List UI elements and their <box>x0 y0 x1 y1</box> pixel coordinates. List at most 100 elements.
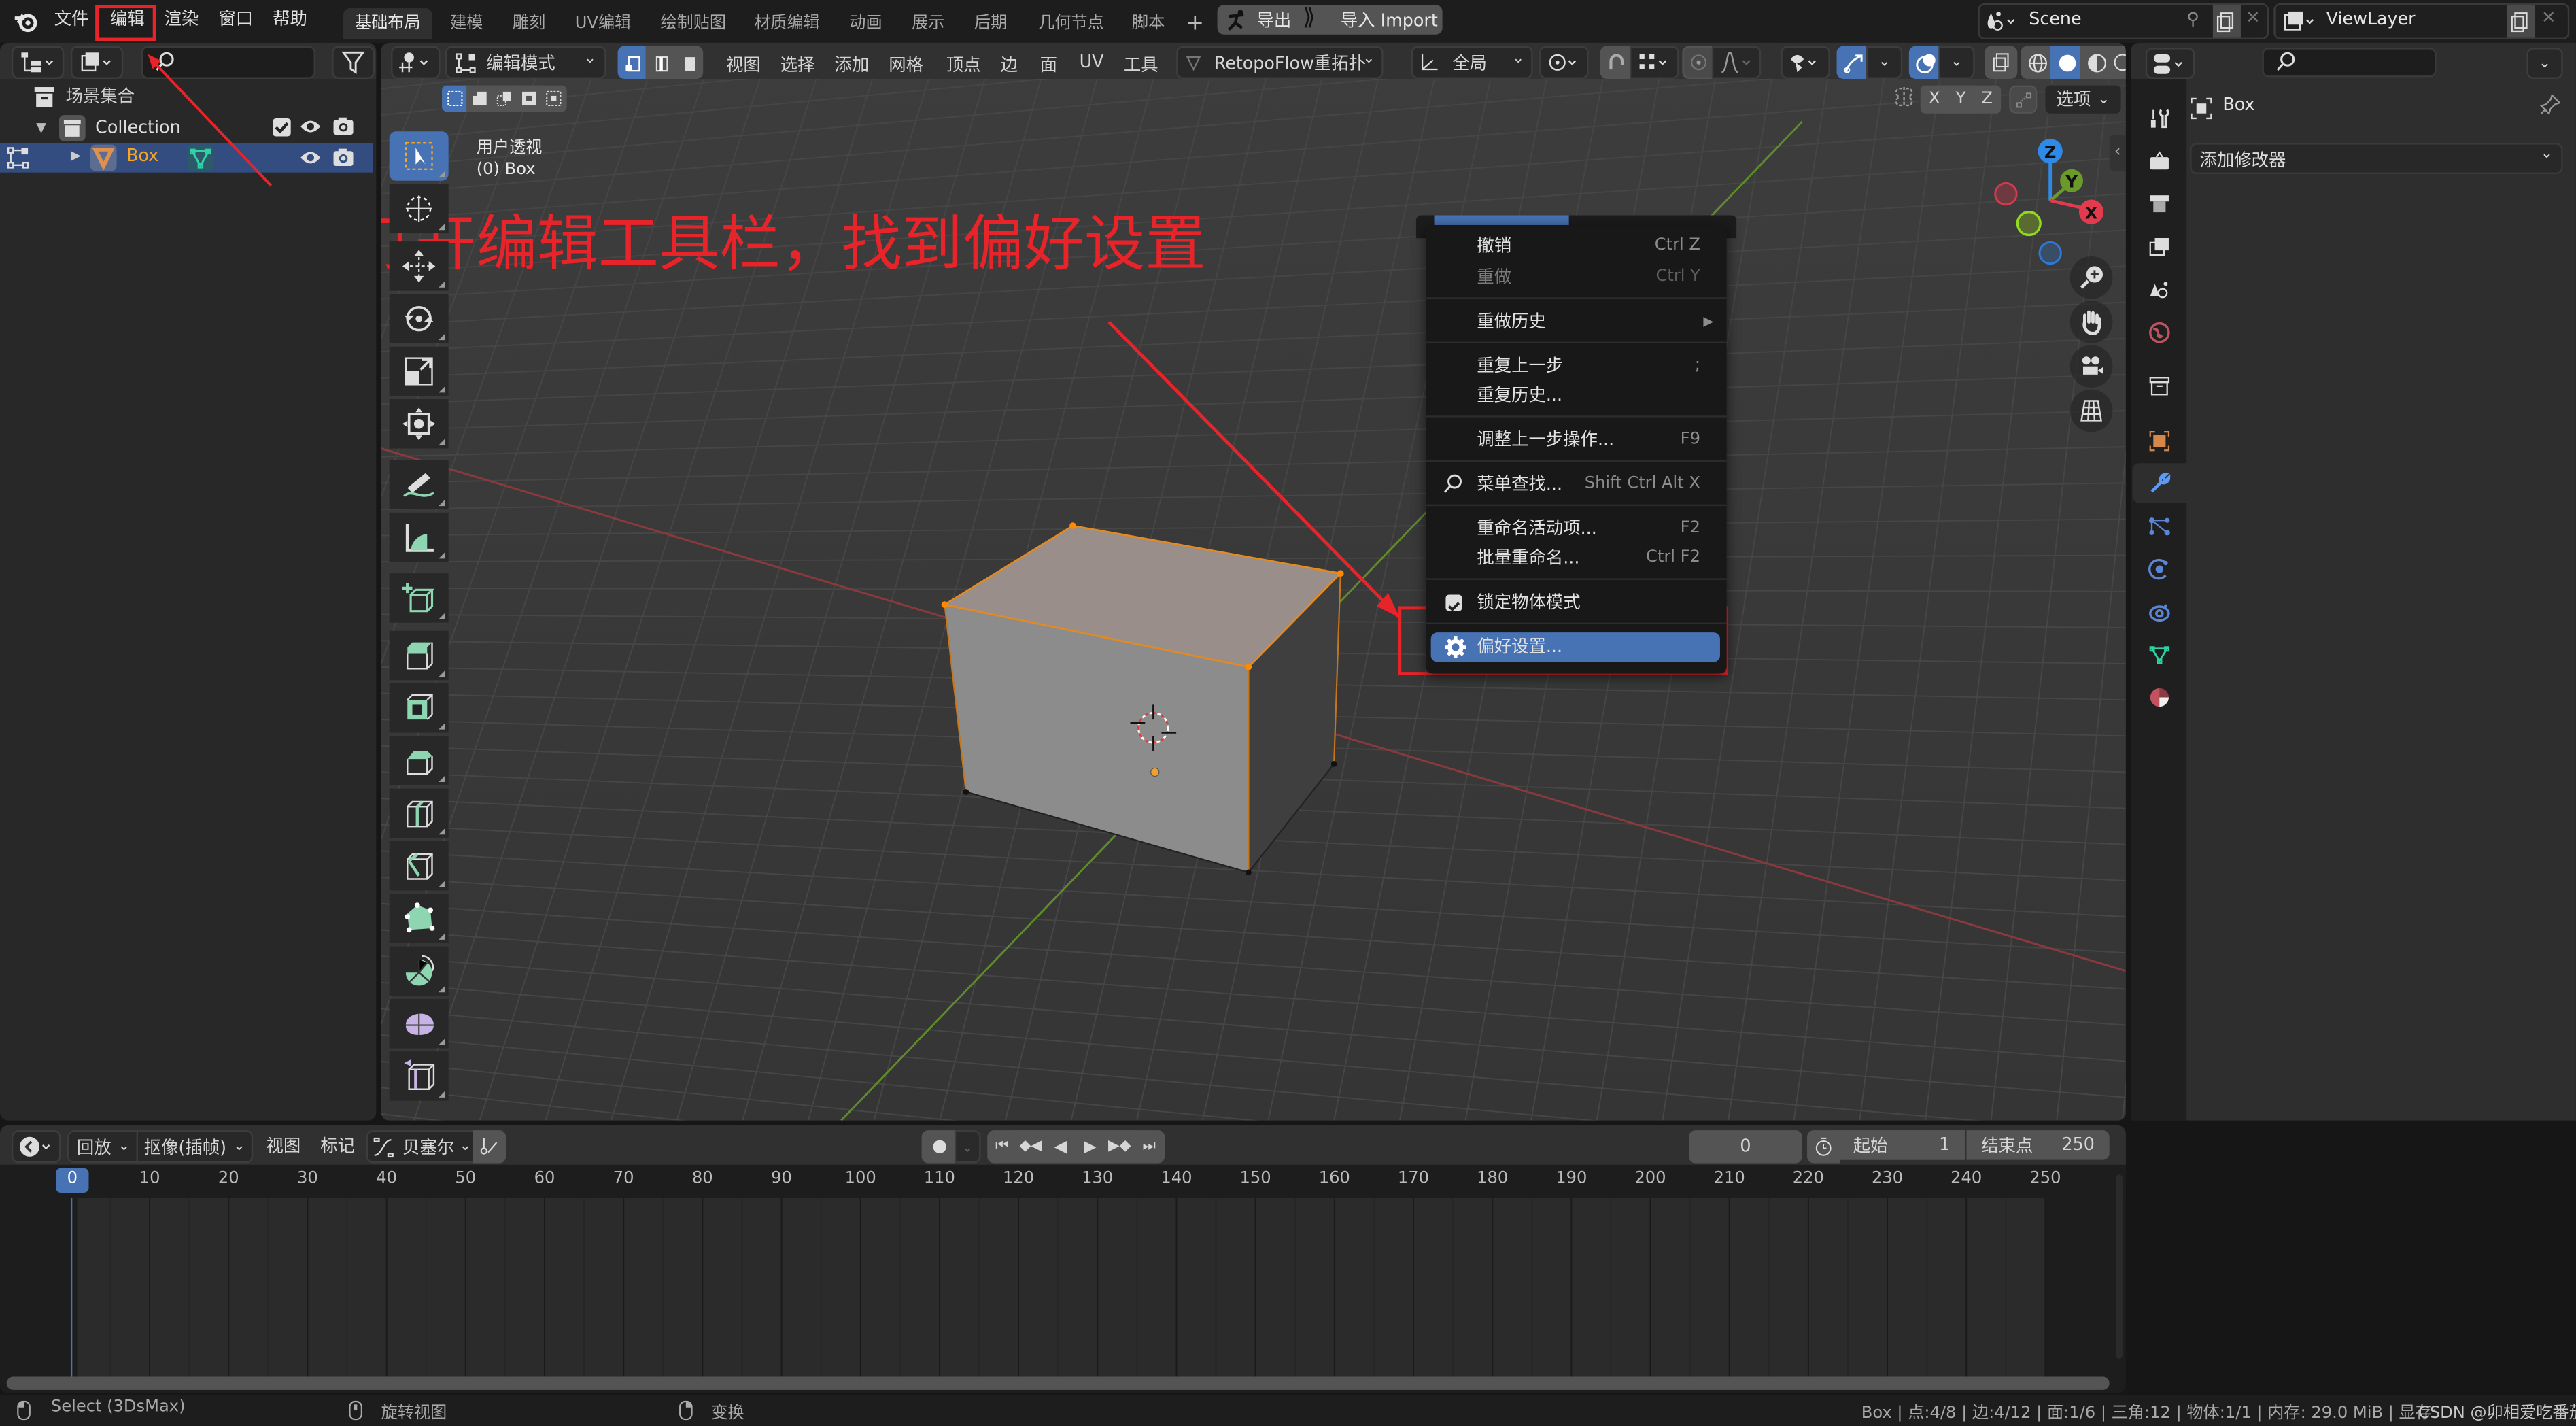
scene-selector[interactable]: Scene ⚲ ✕ <box>1978 3 2269 39</box>
material-tab[interactable] <box>2132 677 2186 716</box>
edge-slide-tool[interactable] <box>389 1051 449 1101</box>
frame-end-field[interactable]: 结束点 250 <box>1966 1130 2110 1160</box>
new-scene-button[interactable] <box>2212 5 2241 38</box>
workspace-tab-uv-editing[interactable]: UV编辑 <box>564 8 642 39</box>
menu-item-batch-rename[interactable]: 批量重命名... Ctrl F2 <box>1426 544 1726 573</box>
jump-to-end-button[interactable]: ⏭ <box>1133 1130 1165 1164</box>
zoom-view-button[interactable] <box>2070 256 2113 299</box>
mesh-data-icon[interactable] <box>187 144 214 171</box>
object-data-tab[interactable] <box>2132 634 2186 674</box>
menu-render[interactable]: 渲染 <box>158 7 205 35</box>
timeline-menu-view[interactable]: 视图 <box>266 1134 300 1158</box>
menu-item-rename-active-item[interactable]: 重命名活动项... F2 <box>1426 514 1726 543</box>
filter-view-layer-dropdown[interactable] <box>70 46 124 79</box>
use-preview-range-toggle[interactable] <box>1807 1130 1840 1164</box>
outliner-search-input[interactable] <box>141 46 315 79</box>
display-mode-dropdown[interactable] <box>11 46 65 79</box>
rotate-tool[interactable] <box>389 294 449 343</box>
loop-cut-tool[interactable] <box>389 788 449 838</box>
menu-item-redo[interactable]: 重做 Ctrl Y <box>1426 263 1726 292</box>
extrude-region-tool[interactable] <box>389 630 449 681</box>
poly-build-tool[interactable] <box>389 894 449 943</box>
measure-tool[interactable] <box>389 512 449 562</box>
workspace-tab-layout[interactable]: 基础布局 <box>343 8 432 39</box>
workspace-tab-sculpting[interactable]: 雕刻 <box>501 8 557 39</box>
bevel-tool[interactable] <box>389 736 449 785</box>
particles-tab[interactable] <box>2132 506 2186 545</box>
scale-tool[interactable] <box>389 346 449 396</box>
current-frame-field[interactable]: 0 <box>1689 1130 1802 1164</box>
collection-row[interactable]: ▼ Collection <box>36 114 373 141</box>
timeline-horizontal-scrollbar[interactable] <box>6 1376 2110 1390</box>
workspace-tab-scripting[interactable]: 脚本 <box>1120 8 1176 39</box>
object-tab[interactable] <box>2132 420 2186 460</box>
edit-mode-toggle-icon[interactable] <box>7 146 30 174</box>
new-viewlayer-button[interactable] <box>2507 5 2535 38</box>
playhead-line[interactable] <box>70 1198 73 1378</box>
add-modifier-dropdown[interactable]: 添加修改器 ⌄ <box>2190 143 2563 175</box>
cursor-tool[interactable] <box>389 184 449 234</box>
checkbox-checked-icon[interactable] <box>1445 594 1462 612</box>
workspace-tab-geometry-nodes[interactable]: 几何节点 <box>1027 8 1115 39</box>
playback-dropdown[interactable]: 回放 ⌄ <box>67 1130 140 1164</box>
transform-tool[interactable] <box>389 399 449 449</box>
timeline-vertical-scrollbar[interactable] <box>2116 1174 2123 1359</box>
inset-faces-tool[interactable] <box>389 683 449 733</box>
menu-window[interactable]: 窗口 <box>212 7 260 35</box>
physics-tab[interactable] <box>2132 549 2186 588</box>
auto-keying-toggle[interactable] <box>921 1130 958 1164</box>
add-cube-tool[interactable] <box>389 573 449 623</box>
workspace-tab-shading[interactable]: 材质编辑 <box>742 8 831 39</box>
workspace-tab-rendering[interactable]: 展示 <box>900 8 956 39</box>
pin-icon[interactable]: ⚲ <box>2186 10 2199 29</box>
sidebar-toggle-arrow[interactable]: ‹ <box>2109 135 2126 171</box>
exclude-checkbox[interactable] <box>273 118 291 137</box>
workspace-tab-compositing[interactable]: 后期 <box>963 8 1018 39</box>
workspace-tab-animation[interactable]: 动画 <box>838 8 893 39</box>
object-constraints-tab[interactable] <box>2132 592 2186 631</box>
menu-file[interactable]: 文件 <box>48 7 95 35</box>
jump-to-next-keyframe-button[interactable]: ▶◆ <box>1103 1130 1135 1164</box>
keyframe-type-button[interactable] <box>473 1130 506 1164</box>
keying-dropdown[interactable]: 抠像(插帧) ⌄ <box>136 1130 254 1164</box>
toggle-ortho-grid-button[interactable] <box>2070 389 2113 432</box>
menu-help[interactable]: 帮助 <box>266 7 313 35</box>
menu-item-repeat-last[interactable]: 重复上一步; <box>1426 352 1726 381</box>
world-tab[interactable] <box>2132 312 2186 352</box>
knife-tool[interactable] <box>389 841 449 891</box>
move-tool[interactable] <box>389 241 449 291</box>
properties-editor-type-dropdown[interactable] <box>2145 48 2195 79</box>
delete-viewlayer-icon[interactable]: ✕ <box>2541 8 2556 28</box>
menu-item-repeat-history[interactable]: 重复历史... <box>1426 381 1726 410</box>
add-workspace-button[interactable]: + <box>1175 8 1216 39</box>
pan-view-hand-button[interactable] <box>2070 301 2113 343</box>
timeline-editor-type-dropdown[interactable] <box>11 1130 61 1164</box>
render-tab[interactable] <box>2132 141 2186 181</box>
interpolation-dropdown[interactable]: 贝塞尔 ⌄ <box>366 1130 477 1164</box>
delete-scene-icon[interactable]: ✕ <box>2246 8 2260 28</box>
auto-keying-dropdown[interactable]: ⌄ <box>954 1130 981 1164</box>
collapse-triangle-icon[interactable]: ▼ <box>36 120 52 135</box>
filter-button[interactable] <box>332 46 375 79</box>
menu-item-lock-object-modes[interactable]: 锁定物体模式 <box>1426 588 1726 617</box>
timeline-menu-marker[interactable]: 标记 <box>320 1134 355 1158</box>
render-camera-icon[interactable] <box>332 148 355 172</box>
select-box-tool[interactable] <box>389 131 449 181</box>
jump-to-prev-keyframe-button[interactable]: ◆◀ <box>1015 1130 1047 1164</box>
workspace-tab-texture-paint[interactable]: 绘制贴图 <box>649 8 737 39</box>
pin-icon[interactable] <box>2539 93 2562 120</box>
jump-to-start-button[interactable]: ⏮ <box>987 1130 1017 1164</box>
blender-logo-icon[interactable] <box>13 8 39 35</box>
camera-view-button[interactable] <box>2070 345 2113 388</box>
scene-collection-row[interactable]: 场景集合 <box>33 82 135 110</box>
view-layer-tab[interactable] <box>2132 226 2186 266</box>
tool-settings-tab[interactable] <box>2132 99 2186 138</box>
play-button[interactable]: ▶ <box>1074 1130 1106 1164</box>
menu-item-undo-history[interactable]: 重做历史 ▶ <box>1426 307 1726 337</box>
modifiers-tab[interactable] <box>2132 463 2187 503</box>
menu-item-preferences[interactable]: 偏好设置... <box>1430 632 1720 662</box>
menu-item-undo[interactable]: 撤销 Ctrl Z <box>1426 232 1726 261</box>
box-object-row[interactable]: ▶ Box <box>0 143 373 174</box>
scene-tab[interactable] <box>2132 269 2186 309</box>
expand-triangle-icon[interactable]: ▶ <box>71 148 81 163</box>
